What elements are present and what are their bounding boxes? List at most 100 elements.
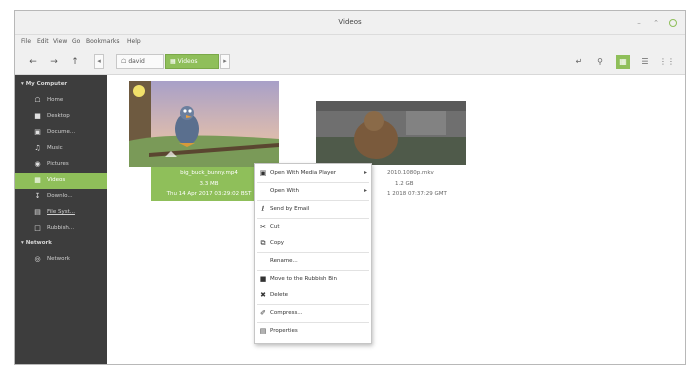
videos-icon: ▦	[170, 58, 176, 65]
menu-item-compress[interactable]: ✐ Compress...	[255, 306, 371, 321]
menu-item-copy[interactable]: ⧉ Copy	[255, 236, 371, 251]
menu-go[interactable]: Go	[72, 38, 80, 45]
video-thumbnail-bunny[interactable]	[129, 81, 279, 167]
download-icon: ↧	[34, 192, 41, 200]
toggle-location-button[interactable]: ↵	[572, 55, 586, 69]
menu-item-move-to-rubbish[interactable]: ■ Move to the Rubbish Bin	[255, 272, 371, 287]
file-view[interactable]: big_buck_bunny.mp4 3.3 MB Thu 14 Apr 201…	[107, 75, 685, 364]
delete-icon: ✖	[260, 291, 266, 299]
menu-item-label: Properties	[270, 328, 298, 334]
file-size: 1.2 GB	[395, 181, 414, 187]
music-icon: ♫	[34, 144, 41, 152]
sidebar-item-label: Network	[47, 256, 70, 262]
sidebar-item-label: Music	[47, 145, 63, 151]
file-date: 1 2018 07:37:29 GMT	[387, 191, 447, 197]
file-size: 3.3 MB	[199, 181, 219, 187]
menu-item-rename[interactable]: Rename...	[255, 254, 371, 269]
sidebar-item-music[interactable]: ♫ Music	[15, 141, 107, 157]
scissors-icon: ✂	[260, 223, 266, 231]
menu-item-label: Copy	[270, 240, 284, 246]
menu-edit[interactable]: Edit	[37, 38, 49, 45]
sidebar-item-network[interactable]: ◎ Network	[15, 252, 107, 268]
compact-view-button[interactable]: ⋮⋮	[659, 55, 675, 69]
menu-item-label: Move to the Rubbish Bin	[270, 276, 337, 282]
menu-item-open-with-media-player[interactable]: ▣ Open With Media Player ▸	[255, 166, 371, 181]
sidebar-section-network[interactable]: ▾ Network	[21, 240, 52, 246]
icon-view-button[interactable]: ▦	[616, 55, 630, 69]
menu-separator	[257, 218, 369, 219]
menu-item-label: Send by Email	[270, 206, 310, 212]
sidebar-item-file-system[interactable]: ▤ File Syst...	[15, 205, 107, 221]
home-icon: ☖	[34, 96, 41, 104]
media-player-icon: ▣	[259, 169, 267, 177]
search-icon[interactable]: ⚲	[593, 55, 607, 69]
breadcrumb-right-arrow[interactable]: ▸	[220, 54, 230, 69]
copy-icon: ⧉	[260, 239, 266, 247]
menu-item-open-with[interactable]: Open With ▸	[255, 184, 371, 199]
breadcrumb-current[interactable]: ▦ Videos	[165, 54, 219, 69]
title-bar[interactable]: Videos – ⌃	[15, 11, 685, 35]
sidebar-item-rubbish[interactable]: □ Rubbish...	[15, 221, 107, 237]
menu-view[interactable]: View	[53, 38, 67, 45]
minimize-icon[interactable]: –	[635, 19, 643, 27]
sidebar-item-downloads[interactable]: ↧ Downlo...	[15, 189, 107, 205]
sidebar-item-label: Docume...	[47, 129, 76, 135]
documents-icon: ▣	[34, 128, 41, 136]
menu-file[interactable]: File	[21, 38, 31, 45]
close-icon[interactable]	[669, 19, 677, 27]
desktop-icon: ■	[34, 112, 41, 120]
maximize-icon[interactable]: ⌃	[652, 19, 660, 27]
sidebar-item-label: Desktop	[47, 113, 70, 119]
trash-icon: ■	[259, 275, 267, 283]
menu-separator	[257, 182, 369, 183]
menu-item-delete[interactable]: ✖ Delete	[255, 288, 371, 303]
video-thumbnail-mkv[interactable]	[316, 101, 466, 165]
menu-item-label: Compress...	[270, 310, 303, 316]
file-date: Thu 14 Apr 2017 03:29:02 BST	[166, 191, 252, 197]
file-name: big_buck_bunny.mp4	[180, 170, 238, 176]
videos-icon: ▦	[34, 176, 41, 184]
menu-bar: File Edit View Go Bookmarks Help	[15, 35, 685, 49]
sidebar-item-label: Home	[47, 97, 64, 103]
compress-icon: ✐	[260, 309, 266, 317]
sidebar-item-desktop[interactable]: ■ Desktop	[15, 109, 107, 125]
list-view-button[interactable]: ☰	[638, 55, 652, 69]
sidebar-section-label: My Computer	[25, 81, 68, 87]
file-item-bunny-label[interactable]: big_buck_bunny.mp4 3.3 MB Thu 14 Apr 201…	[151, 167, 267, 201]
pictures-icon: ◉	[34, 160, 41, 168]
up-button[interactable]: ↑	[69, 56, 81, 68]
sidebar-section-label: Network	[25, 240, 52, 246]
file-item-mkv-label[interactable]: 2010.1080p.mkv 1.2 GB 1 2018 07:37:29 GM…	[369, 167, 479, 201]
sidebar-item-label: Pictures	[47, 161, 69, 167]
menu-item-send-by-email[interactable]: ℓ Send by Email	[255, 202, 371, 217]
home-icon: ☖	[121, 58, 127, 65]
breadcrumb-home[interactable]: ☖ david	[116, 54, 164, 69]
sidebar: ▾ My Computer ☖ Home ■ Desktop ▣ Docume.…	[15, 75, 107, 364]
window-title: Videos	[338, 18, 362, 26]
sidebar-item-home[interactable]: ☖ Home	[15, 93, 107, 109]
menu-item-cut[interactable]: ✂ Cut	[255, 220, 371, 235]
menu-separator	[257, 322, 369, 323]
sidebar-item-label: Rubbish...	[47, 225, 75, 231]
back-button[interactable]: ←	[27, 56, 39, 68]
breadcrumb-current-label: Videos	[177, 58, 198, 65]
thumbnail-image	[316, 101, 466, 165]
submenu-arrow-icon: ▸	[363, 187, 367, 194]
sidebar-item-videos[interactable]: ▦ Videos	[15, 173, 107, 189]
forward-button[interactable]: →	[48, 56, 60, 68]
submenu-arrow-icon: ▸	[363, 169, 367, 176]
breadcrumb-left-arrow[interactable]: ◂	[94, 54, 104, 69]
sidebar-section-my-computer[interactable]: ▾ My Computer	[21, 81, 67, 87]
menu-item-properties[interactable]: ▤ Properties	[255, 324, 371, 339]
menu-separator	[257, 270, 369, 271]
sidebar-item-pictures[interactable]: ◉ Pictures	[15, 157, 107, 173]
file-name: 2010.1080p.mkv	[387, 170, 434, 176]
network-icon: ◎	[34, 255, 41, 263]
menu-bookmarks[interactable]: Bookmarks	[86, 38, 120, 45]
sidebar-item-documents[interactable]: ▣ Docume...	[15, 125, 107, 141]
context-menu: ▣ Open With Media Player ▸ Open With ▸ ℓ…	[254, 163, 372, 344]
menu-help[interactable]: Help	[127, 38, 141, 45]
menu-item-label: Delete	[270, 292, 289, 298]
attachment-icon: ℓ	[261, 205, 265, 213]
thumbnail-image	[129, 81, 279, 167]
